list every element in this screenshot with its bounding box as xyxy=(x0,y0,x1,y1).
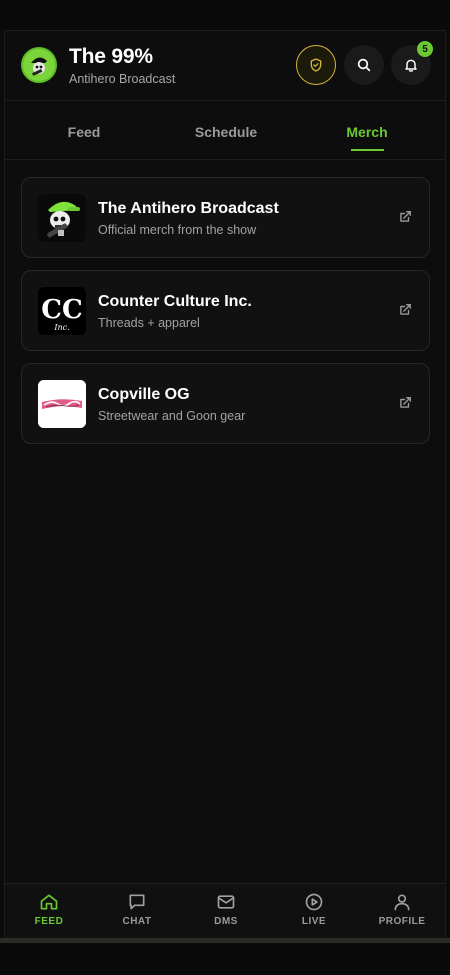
cc-blackletter-logo: CC Inc. xyxy=(38,287,86,335)
active-tab-indicator xyxy=(351,149,384,151)
search-button[interactable] xyxy=(344,45,384,85)
bottom-nav: FEED CHAT DMS LIVE PROFILE xyxy=(5,883,445,939)
nav-label: PROFILE xyxy=(378,916,426,927)
home-icon xyxy=(40,894,58,910)
external-link-icon[interactable] xyxy=(398,210,412,224)
skull-mascot-logo xyxy=(38,194,86,242)
bottom-strip xyxy=(0,938,450,975)
user-icon xyxy=(394,894,410,911)
shield-check-icon xyxy=(310,58,322,72)
tab-feed[interactable]: Feed xyxy=(68,124,101,140)
merch-card-copville[interactable]: Copville OG Streetwear and Goon gear xyxy=(21,363,430,444)
nav-dms[interactable]: DMS xyxy=(196,892,256,927)
app-window: The 99% Antihero Broadcast 5 Feed Schedu… xyxy=(4,30,446,939)
svg-text:CC: CC xyxy=(41,295,82,325)
bell-icon xyxy=(405,59,417,72)
notification-count-badge: 5 xyxy=(417,41,433,57)
nav-chat[interactable]: CHAT xyxy=(107,892,167,927)
merch-name: Counter Culture Inc. xyxy=(98,293,252,310)
tab-merch[interactable]: Merch xyxy=(346,124,387,140)
channel-avatar[interactable] xyxy=(21,47,57,83)
merch-card-antihero[interactable]: The Antihero Broadcast Official merch fr… xyxy=(21,177,430,258)
nav-feed[interactable]: FEED xyxy=(19,892,79,927)
mail-icon xyxy=(217,895,235,909)
page-title: The 99% xyxy=(69,45,153,68)
merch-description: Official merch from the show xyxy=(98,223,257,237)
merch-description: Streetwear and Goon gear xyxy=(98,409,246,423)
header: The 99% Antihero Broadcast 5 xyxy=(5,31,445,101)
external-link-icon[interactable] xyxy=(398,396,412,410)
external-link-icon[interactable] xyxy=(398,303,412,317)
nav-label: CHAT xyxy=(122,916,152,927)
notifications-button[interactable]: 5 xyxy=(391,41,433,85)
chat-icon xyxy=(129,894,145,910)
copville-script-logo xyxy=(38,380,86,428)
nav-label: FEED xyxy=(34,916,64,927)
nav-live[interactable]: LIVE xyxy=(284,892,344,927)
top-strip xyxy=(0,0,450,30)
horizontal-scrollbar[interactable] xyxy=(0,938,450,943)
merch-card-counter-culture[interactable]: CC Inc. Counter Culture Inc. Threads + a… xyxy=(21,270,430,351)
merch-name: Copville OG xyxy=(98,386,190,403)
merch-name: The Antihero Broadcast xyxy=(98,200,279,217)
nav-label: DMS xyxy=(214,916,238,927)
tab-bar: Feed Schedule Merch xyxy=(5,101,445,160)
page-subtitle: Antihero Broadcast xyxy=(69,72,176,86)
nav-profile[interactable]: PROFILE xyxy=(372,892,432,927)
svg-text:Inc.: Inc. xyxy=(53,323,69,332)
tab-schedule[interactable]: Schedule xyxy=(195,124,257,140)
search-icon xyxy=(357,58,371,72)
play-icon xyxy=(305,893,323,911)
nav-label: LIVE xyxy=(301,916,327,927)
merch-description: Threads + apparel xyxy=(98,316,200,330)
verified-shield-button[interactable] xyxy=(296,45,336,85)
